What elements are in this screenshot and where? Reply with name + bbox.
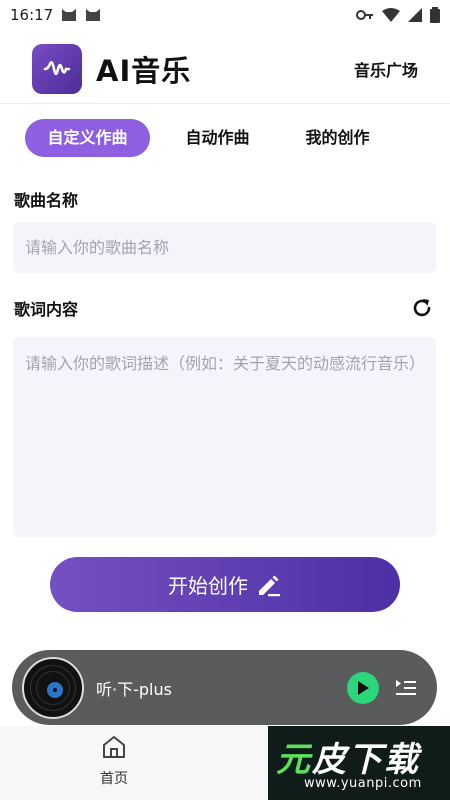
vinyl-disc-icon <box>22 656 84 719</box>
app-logo <box>32 43 82 94</box>
tab-custom-compose[interactable]: 自定义作曲 <box>25 119 150 157</box>
nav-home-label: 首页 <box>100 771 128 787</box>
lyrics-label: 歌词内容 <box>14 300 79 319</box>
song-name-input[interactable] <box>13 222 436 273</box>
tab-my-creations[interactable]: 我的创作 <box>290 119 385 157</box>
mini-player[interactable]: 听·下-plus <box>12 650 437 725</box>
watermark-logo: 元皮下载 <box>276 740 420 780</box>
song-name-label: 歌曲名称 <box>14 191 79 210</box>
start-create-label: 开始创作 <box>168 574 248 598</box>
app-title: AI音乐 <box>96 53 192 88</box>
wifi-icon <box>382 8 400 22</box>
app-header: AI音乐 音乐广场 <box>0 34 450 104</box>
music-plaza-link[interactable]: 音乐广场 <box>354 57 418 81</box>
watermark-url: www.yuanpi.com <box>304 776 422 791</box>
refresh-icon[interactable] <box>410 296 434 320</box>
now-playing-title: 听·下-plus <box>96 679 172 699</box>
playlist-icon[interactable] <box>395 678 417 698</box>
status-bar: 16:17 <box>0 0 450 30</box>
lyrics-input[interactable] <box>13 337 436 537</box>
pencil-icon <box>259 575 280 596</box>
home-icon <box>103 736 125 758</box>
status-time: 16:17 <box>10 6 54 24</box>
key-icon <box>356 10 373 20</box>
start-create-button[interactable]: 开始创作 <box>50 557 400 612</box>
compose-tabs: 自定义作曲 自动作曲 我的创作 <box>0 119 450 159</box>
cat-notification-icon <box>86 9 101 21</box>
battery-icon <box>430 7 440 23</box>
tab-auto-compose[interactable]: 自动作曲 <box>170 119 265 157</box>
play-icon <box>358 680 369 695</box>
watermark: 元皮下载 www.yuanpi.com <box>268 726 450 800</box>
nav-home[interactable]: 首页 <box>92 734 136 788</box>
cat-notification-icon <box>62 9 77 21</box>
play-button[interactable] <box>347 671 379 704</box>
sound-wave-icon <box>43 60 71 75</box>
signal-icon <box>408 8 422 22</box>
